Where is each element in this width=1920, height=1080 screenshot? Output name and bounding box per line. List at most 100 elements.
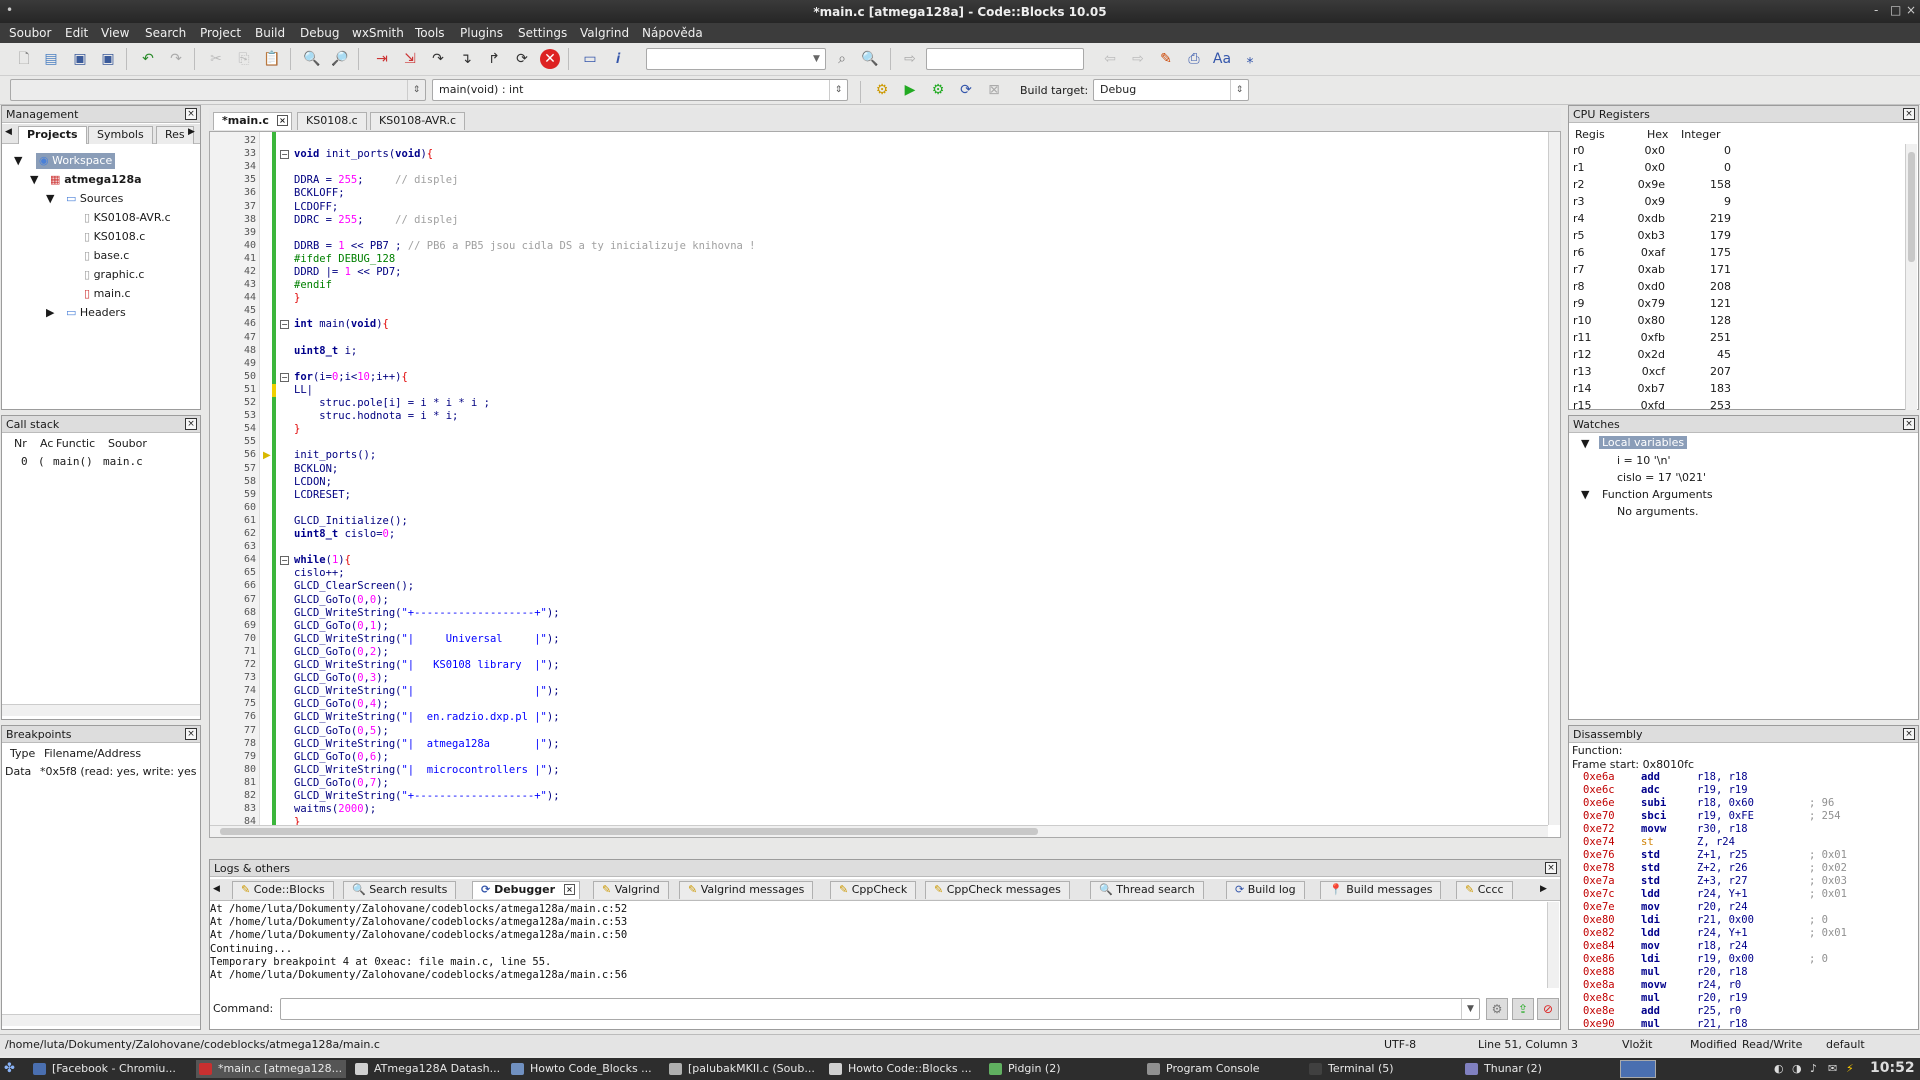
code-line[interactable]: GLCD_GoTo(0,7);: [294, 777, 389, 789]
code-line[interactable]: GLCD_WriteString("+-------------------+"…: [294, 790, 560, 802]
tab-projects[interactable]: Projects: [18, 126, 87, 144]
highlight-icon[interactable]: ✎: [1156, 49, 1176, 69]
start-menu-icon[interactable]: ✤: [4, 1061, 20, 1077]
code-line[interactable]: void init_ports(void){: [294, 148, 433, 160]
disassembly-row[interactable]: 0xe6c adc r19, r19: [1569, 784, 1917, 797]
table-row[interactable]: r12 0x2d 45: [1569, 348, 1905, 365]
code-line[interactable]: DDRD |= 1 << PD7;: [294, 266, 401, 278]
table-row[interactable]: r2 0x9e 158: [1569, 178, 1905, 195]
maximize-button[interactable]: □: [1890, 3, 1901, 17]
code-line[interactable]: GLCD_GoTo(0,2);: [294, 646, 389, 658]
watch-variable[interactable]: i = 10 '\n': [1617, 454, 1671, 467]
step-out-icon[interactable]: ↱: [484, 49, 504, 69]
code-line[interactable]: GLCD_WriteString("+-------------------+"…: [294, 607, 560, 619]
scrollbar-thumb[interactable]: [1908, 152, 1915, 262]
code-line[interactable]: GLCD_WriteString("| en.radzio.dxp.pl |")…: [294, 711, 560, 723]
tree-workspace[interactable]: ◉ Workspace: [36, 153, 116, 169]
tab-build-messages[interactable]: 📍 Build messages: [1320, 881, 1442, 899]
tab-cppcheck-messages[interactable]: ✎ CppCheck messages: [925, 881, 1070, 899]
horizontal-scrollbar[interactable]: [210, 825, 1548, 837]
code-line[interactable]: DDRC = 255; // displej: [294, 214, 458, 226]
column-header[interactable]: Hex: [1647, 128, 1668, 141]
code-line[interactable]: }: [294, 292, 300, 304]
options-icon[interactable]: ⁎: [1240, 49, 1260, 69]
run-icon[interactable]: ▶: [900, 80, 920, 100]
tab-ks0108-c[interactable]: KS0108.c: [297, 112, 367, 130]
scrollbar-thumb[interactable]: [220, 828, 1038, 835]
table-row[interactable]: r3 0x9 9: [1569, 195, 1905, 212]
tab-codeblocks[interactable]: ✎ Code::Blocks: [232, 881, 334, 899]
menu-napoveda[interactable]: Nápověda: [642, 26, 703, 40]
close-button[interactable]: ×: [1906, 3, 1916, 17]
print-icon[interactable]: ⎙: [1184, 49, 1204, 69]
tray-icon[interactable]: ◑: [1792, 1062, 1802, 1075]
table-row[interactable]: r7 0xab 171: [1569, 263, 1905, 280]
tray-icon[interactable]: ⚡: [1846, 1062, 1854, 1075]
tab-right-arrow-icon[interactable]: ▶: [1540, 884, 1547, 894]
code-line[interactable]: init_ports();: [294, 449, 376, 461]
disassembly-row[interactable]: 0xe84 mov r18, r24: [1569, 940, 1917, 953]
menu-tools[interactable]: Tools: [415, 26, 445, 40]
taskbar-item[interactable]: ATmega128A Datash...: [352, 1060, 502, 1078]
copy-icon[interactable]: ⎘: [234, 49, 254, 69]
code-line[interactable]: GLCD_GoTo(0,0);: [294, 594, 389, 606]
save-all-icon[interactable]: ▣: [98, 49, 118, 69]
tray-icon[interactable]: ◐: [1774, 1062, 1784, 1075]
fold-toggle-icon[interactable]: −: [280, 556, 289, 566]
menu-edit[interactable]: Edit: [65, 26, 88, 40]
tree-file[interactable]: ▯ KS0108.c: [84, 229, 145, 245]
run-to-cursor-icon[interactable]: ⇲: [400, 49, 420, 69]
close-icon[interactable]: ×: [185, 728, 197, 740]
next-instruction-icon[interactable]: ⟳: [512, 49, 532, 69]
taskbar-item[interactable]: Program Console: [1144, 1060, 1300, 1078]
menu-search[interactable]: Search: [145, 26, 186, 40]
column-header[interactable]: Functic: [56, 437, 95, 450]
tree-expander-icon[interactable]: ▼: [1581, 437, 1589, 450]
code-line[interactable]: GLCD_WriteString("| KS0108 library |");: [294, 659, 560, 671]
code-line[interactable]: LCDON;: [294, 476, 332, 488]
menu-valgrind[interactable]: Valgrind: [580, 26, 629, 40]
column-header[interactable]: Soubor: [108, 437, 147, 450]
find-input[interactable]: [926, 48, 1084, 70]
close-icon[interactable]: ×: [1903, 418, 1915, 430]
close-icon[interactable]: ×: [185, 108, 197, 120]
close-icon[interactable]: ×: [564, 884, 575, 895]
disassembly-row[interactable]: 0xe70 sbci r19, 0xFE ; 254: [1569, 810, 1917, 823]
abort-icon[interactable]: ⊠: [984, 80, 1004, 100]
tree-expander-icon[interactable]: ▼: [46, 191, 54, 207]
table-row[interactable]: r9 0x79 121: [1569, 297, 1905, 314]
disassembly-row[interactable]: 0xe8a movw r24, r0: [1569, 979, 1917, 992]
table-row[interactable]: r8 0xd0 208: [1569, 280, 1905, 297]
tray-icon[interactable]: ✉: [1828, 1062, 1837, 1075]
close-icon[interactable]: ×: [1903, 728, 1915, 740]
disassembly-row[interactable]: 0xe86 ldi r19, 0x00 ; 0: [1569, 953, 1917, 966]
tree-expander-icon[interactable]: ▼: [30, 172, 38, 188]
send-command-icon[interactable]: ⚙: [1486, 998, 1508, 1020]
tab-main-c[interactable]: *main.c ×: [213, 112, 292, 130]
vertical-scrollbar[interactable]: [1548, 132, 1560, 825]
code-line[interactable]: GLCD_GoTo(0,1);: [294, 620, 389, 632]
back-icon[interactable]: ⇦: [1100, 49, 1120, 69]
jump-icon[interactable]: ⇨: [900, 49, 920, 69]
disassembly-row[interactable]: 0xe74 st Z, r24: [1569, 836, 1917, 849]
column-header[interactable]: Type: [10, 747, 35, 760]
disassembly-row[interactable]: 0xe72 movw r30, r18: [1569, 823, 1917, 836]
undo-icon[interactable]: ↶: [138, 49, 158, 69]
table-row[interactable]: r5 0xb3 179: [1569, 229, 1905, 246]
menu-debug[interactable]: Debug: [300, 26, 339, 40]
code-line[interactable]: GLCD_ClearScreen();: [294, 580, 414, 592]
code-editor[interactable]: 32 33 void init_ports(void){−34 35 DDRA = 25…: [209, 131, 1561, 838]
menu-build[interactable]: Build: [255, 26, 285, 40]
debug-windows-icon[interactable]: ▭: [580, 49, 600, 69]
forward-icon[interactable]: ⇨: [1128, 49, 1148, 69]
column-header[interactable]: Nr: [14, 437, 27, 450]
table-row[interactable]: r6 0xaf 175: [1569, 246, 1905, 263]
function-combo[interactable]: main(void) : int ⇕: [432, 79, 848, 101]
code-line[interactable]: GLCD_WriteString("| atmega128a |");: [294, 738, 560, 750]
taskbar-item[interactable]: Howto Code::Blocks ...: [826, 1060, 980, 1078]
tab-left-arrow-icon[interactable]: ◀: [5, 127, 12, 137]
table-row[interactable]: r15 0xfd 253: [1569, 399, 1905, 410]
menu-plugins[interactable]: Plugins: [460, 26, 503, 40]
table-row[interactable]: r0 0x0 0: [1569, 144, 1905, 161]
column-header[interactable]: Ac: [40, 437, 53, 450]
